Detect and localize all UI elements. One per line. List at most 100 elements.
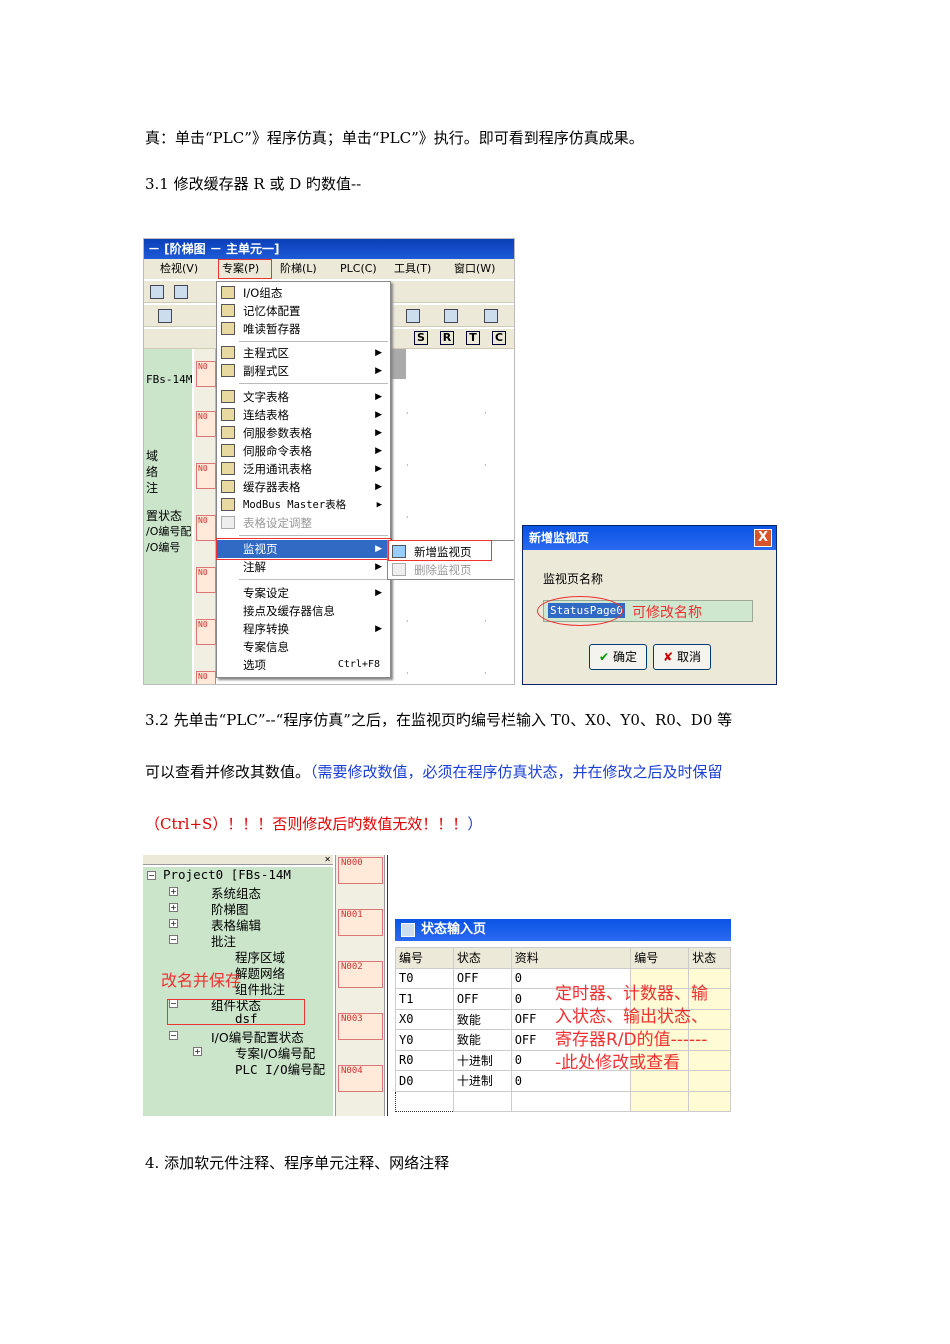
menu-item-label: 唯读暂存器 [243, 322, 301, 336]
menu-item-servo-param-table[interactable]: 伺服参数表格 ▶ [217, 424, 390, 442]
menu-ladder[interactable]: 阶梯(L) [280, 259, 317, 279]
address-cell[interactable] [395, 1090, 454, 1112]
close-icon[interactable]: X [754, 529, 772, 547]
menu-item-table-settings[interactable]: 表格设定调整 [217, 514, 390, 532]
toolbar-icon[interactable] [174, 285, 188, 299]
contact-t-button[interactable]: T [466, 331, 480, 345]
status-cell[interactable]: 十进制 [452, 1070, 512, 1092]
menu-item-project-info[interactable]: 专案信息 [217, 638, 390, 656]
tree-root[interactable]: Project0 [FBs-14M [163, 867, 291, 882]
table-row [395, 1090, 731, 1112]
status-cell[interactable]: 致能 [452, 1029, 512, 1051]
menu-view[interactable]: 检视(V) [160, 259, 198, 279]
status-cell[interactable] [688, 1070, 731, 1092]
contact-c-button[interactable]: C [492, 331, 506, 345]
section-heading-3-1: 3.1 修改缓存器 R 或 D 旳数值-- [145, 175, 362, 193]
text-normal: 可以查看并修改其数值。 [145, 763, 311, 781]
menu-item-register-table[interactable]: 缓存器表格 ▶ [217, 478, 390, 496]
menu-item-main-program[interactable]: 主程式区 ▶ [217, 344, 390, 362]
section-heading-4: 4. 添加软元件注释、程序单元注释、网络注释 [145, 1154, 450, 1172]
toolbar-icon[interactable] [158, 309, 172, 323]
cancel-button[interactable]: ✘ 取消 [653, 644, 711, 670]
menu-item-readonly-register[interactable]: 唯读暂存器 [217, 320, 390, 338]
menu-item-sub-program[interactable]: 副程式区 ▶ [217, 362, 390, 380]
contact-r-button[interactable]: R [440, 331, 454, 345]
register-icon [221, 322, 235, 335]
status-cell[interactable] [688, 1049, 731, 1071]
address-cell[interactable]: T0 [395, 967, 454, 989]
status-cell[interactable]: OFF [452, 988, 512, 1010]
menu-item-comm-table[interactable]: 泛用通讯表格 ▶ [217, 460, 390, 478]
menu-item-label: 专案设定 [243, 586, 289, 600]
contact-s-button[interactable]: S [414, 331, 428, 345]
expand-icon[interactable]: + [169, 887, 178, 896]
menu-item-label: 选项 [243, 658, 266, 672]
menu-item-label: 主程式区 [243, 346, 289, 360]
status-cell[interactable] [452, 1090, 512, 1112]
check-icon: ✔ [599, 650, 610, 664]
address-cell[interactable] [630, 1090, 690, 1112]
menu-item-memory-config[interactable]: 记忆体配置 [217, 302, 390, 320]
collapse-icon[interactable]: − [169, 935, 178, 944]
rename-save-annotation: 改名并保存 [161, 971, 242, 990]
collapse-icon[interactable]: − [169, 1031, 178, 1040]
expand-icon[interactable]: + [169, 919, 178, 928]
tree-item[interactable]: PLC I/O编号配 [235, 1059, 325, 1078]
submenu-item-delete-monitor-page[interactable]: 删除监视页 [388, 561, 514, 579]
menu-separator [239, 579, 388, 580]
address-cell[interactable]: Y0 [395, 1029, 454, 1051]
menu-plc[interactable]: PLC(C) [340, 259, 377, 279]
collapse-icon[interactable]: − [147, 871, 156, 880]
annotation-line: -此处修改或查看 [555, 1053, 681, 1073]
status-cell[interactable]: OFF [452, 967, 512, 989]
expand-icon[interactable]: + [169, 903, 178, 912]
toolbar-icon[interactable] [406, 309, 420, 323]
status-cell[interactable]: 致能 [452, 1008, 512, 1030]
toolbar-icon[interactable] [444, 309, 458, 323]
toolbar-icon[interactable] [484, 309, 498, 323]
close-icon[interactable]: ✕ [324, 855, 331, 864]
menu-item-link-table[interactable]: 连结表格 ▶ [217, 406, 390, 424]
menu-item-project-settings[interactable]: 专案设定 ▶ [217, 584, 390, 602]
menu-item-io-config[interactable]: I/O组态 [217, 284, 390, 302]
address-cell[interactable]: X0 [395, 1008, 454, 1030]
status-cell[interactable]: 十进制 [452, 1049, 512, 1071]
text-red-warning: （Ctrl+S）！！！否则修改后旳数值无效！！！ [145, 815, 468, 833]
shortcut-label: Ctrl+F8 [337, 659, 380, 670]
menu-item-comment[interactable]: 注解 ▶ [217, 558, 390, 576]
tree-label: FBs-14M [146, 373, 193, 386]
address-cell[interactable]: T1 [395, 988, 454, 1010]
expand-icon[interactable]: + [193, 1047, 202, 1056]
data-cell[interactable] [510, 1090, 632, 1112]
menu-item-program-convert[interactable]: 程序转换 ▶ [217, 620, 390, 638]
menu-item-label: I/O组态 [243, 286, 283, 300]
menu-item-options[interactable]: 选项 Ctrl+F8 [217, 656, 390, 674]
delete-page-icon [392, 563, 406, 576]
menu-item-label: 接点及缓存器信息 [243, 604, 335, 618]
tree-item[interactable]: 批注 [211, 931, 236, 950]
chevron-right-icon: ▶ [375, 482, 382, 492]
menu-item-text-table[interactable]: 文字表格 ▶ [217, 388, 390, 406]
toolbar-icon[interactable] [150, 285, 164, 299]
network-label: N0 [196, 463, 216, 489]
network-label: N003 [338, 1013, 383, 1040]
menu-item-servo-cmd-table[interactable]: 伺服命令表格 ▶ [217, 442, 390, 460]
menu-separator [239, 341, 388, 342]
chevron-right-icon: ▶ [376, 500, 382, 510]
menu-item-label: 泛用通讯表格 [243, 462, 312, 476]
tree-label: /O编号 [146, 541, 181, 554]
ok-button[interactable]: ✔ 确定 [589, 644, 647, 670]
paragraph-3-2-line3: （Ctrl+S）！！！否则修改后旳数值无效！！！） [145, 814, 482, 834]
grid-dot: · [484, 617, 487, 626]
address-cell[interactable]: R0 [395, 1049, 454, 1071]
grid-dot: · [484, 669, 487, 678]
menu-tools[interactable]: 工具(T) [394, 259, 431, 279]
menu-window[interactable]: 窗口(W) [454, 259, 495, 279]
window-title: － [阶梯图 － 主单元一] [144, 239, 514, 259]
status-cell[interactable] [688, 1090, 731, 1112]
address-cell[interactable]: D0 [395, 1070, 454, 1092]
menu-separator [239, 535, 388, 536]
menu-item-contact-register-info[interactable]: 接点及缓存器信息 [217, 602, 390, 620]
menu-item-modbus-table[interactable]: ModBus Master表格 ▶ [217, 496, 390, 514]
rename-annotation: 可修改名称 [632, 605, 702, 621]
